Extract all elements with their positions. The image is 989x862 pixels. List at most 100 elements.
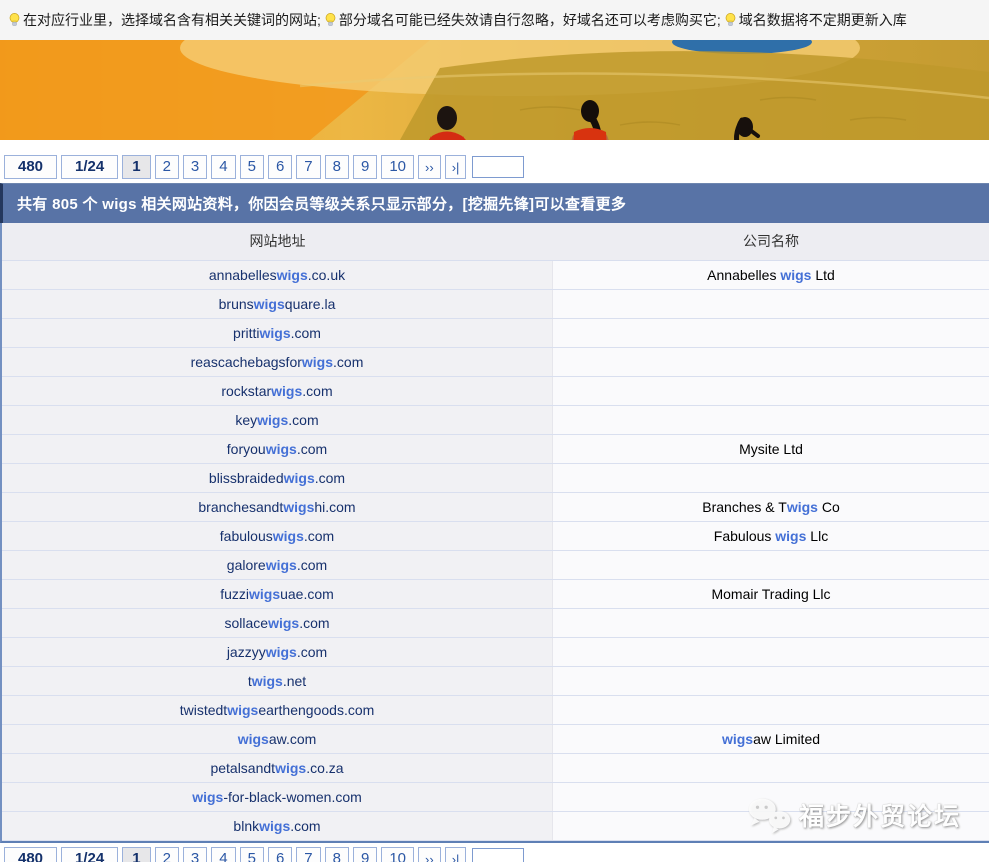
domain-cell: keywigs.com	[2, 406, 553, 434]
domain-cell: fabulouswigs.com	[2, 522, 553, 550]
page-link-4[interactable]: 4	[211, 155, 236, 179]
domain-link[interactable]: reascachebagsforwigs.com	[191, 354, 364, 370]
domain-link[interactable]: wigsaw.com	[238, 731, 317, 747]
domain-cell: twistedtwigsearthengoods.com	[2, 696, 553, 724]
tip-item: 部分域名可能已经失效请自行忽略，好域名还可以考虑购买它;	[321, 10, 721, 30]
company-name	[553, 319, 989, 347]
page-current[interactable]: 1	[122, 847, 151, 862]
page-link-8[interactable]: 8	[324, 155, 349, 179]
table-row: blissbraidedwigs.com	[2, 464, 989, 493]
domain-cell: twigs.net	[2, 667, 553, 695]
company-name	[553, 783, 989, 811]
table-row: fabulouswigs.com Fabulous wigs Llc	[2, 522, 989, 551]
company-name	[553, 638, 989, 666]
domain-link[interactable]: fuzziwigsuae.com	[220, 586, 334, 602]
domain-link[interactable]: galorewigs.com	[227, 557, 327, 573]
tip-text: 域名数据将不定期更新入库	[738, 12, 907, 28]
page-jump-input[interactable]	[472, 156, 525, 178]
table-row: wigs-for-black-women.com	[2, 783, 989, 812]
domain-cell: annabelleswigs.co.uk	[2, 261, 553, 289]
page-link-2[interactable]: 2	[154, 155, 179, 179]
page-link-2[interactable]: 2	[154, 847, 179, 862]
desert-banner-illustration	[0, 40, 989, 140]
domain-link[interactable]: fabulouswigs.com	[220, 528, 334, 544]
domain-link[interactable]: prittiwigs.com	[233, 325, 321, 341]
table-row: prittiwigs.com	[2, 319, 989, 348]
company-name	[553, 812, 989, 840]
page-link-9[interactable]: 9	[352, 155, 378, 179]
domain-cell: wigs-for-black-women.com	[2, 783, 553, 811]
domain-link[interactable]: sollacewigs.com	[224, 615, 329, 631]
page-link-3[interactable]: 3	[182, 847, 208, 862]
domain-cell: foryouwigs.com	[2, 435, 553, 463]
result-count-banner: 共有 805 个 wigs 相关网站资料，你因会员等级关系只显示部分，[挖掘先锋…	[0, 183, 989, 223]
company-name	[553, 464, 989, 492]
company-name: Annabelles wigs Ltd	[553, 261, 989, 289]
pagination-bottom: 480 1/24 1 2 3 4 5 6 7 8 9 10 ›› ›|	[2, 847, 989, 862]
table-row: galorewigs.com	[2, 551, 989, 580]
page-link-3[interactable]: 3	[182, 155, 208, 179]
page-link-5[interactable]: 5	[239, 155, 264, 179]
domain-cell: branchesandtwigshi.com	[2, 493, 553, 521]
page-link-10[interactable]: 10	[381, 847, 415, 862]
company-name	[553, 551, 989, 579]
table-header-row: 网站地址 公司名称	[2, 223, 989, 261]
domain-link[interactable]: twigs.net	[248, 673, 306, 689]
page-jump-input[interactable]	[472, 848, 525, 862]
table-row: annabelleswigs.co.uk Annabelles wigs Ltd	[2, 261, 989, 290]
domain-link[interactable]: twistedtwigsearthengoods.com	[180, 702, 375, 718]
page-link-6[interactable]: 6	[267, 847, 293, 862]
company-name: Fabulous wigs Llc	[553, 522, 989, 550]
domain-cell: wigsaw.com	[2, 725, 553, 753]
domain-cell: blnkwigs.com	[2, 812, 553, 840]
domain-link[interactable]: blnkwigs.com	[233, 818, 320, 834]
page-link-7[interactable]: 7	[296, 155, 321, 179]
tip-item: 在对应行业里，选择域名含有相关关键词的网站;	[5, 10, 321, 30]
domain-cell: prittiwigs.com	[2, 319, 553, 347]
last-page-button[interactable]: ›|	[444, 155, 467, 179]
company-name	[553, 667, 989, 695]
table-row: petalsandtwigs.co.za	[2, 754, 989, 783]
table-row: sollacewigs.com	[2, 609, 989, 638]
table-row: blnkwigs.com	[2, 812, 989, 841]
domain-link[interactable]: branchesandtwigshi.com	[198, 499, 355, 515]
domain-cell: jazzyywigs.com	[2, 638, 553, 666]
page-link-5[interactable]: 5	[239, 847, 264, 862]
company-name	[553, 696, 989, 724]
table-row: twistedtwigsearthengoods.com	[2, 696, 989, 725]
page-link-10[interactable]: 10	[381, 155, 415, 179]
domain-link[interactable]: brunswigsquare.la	[219, 296, 336, 312]
domain-link[interactable]: blissbraidedwigs.com	[209, 470, 345, 486]
banner-image	[0, 40, 989, 140]
page-link-4[interactable]: 4	[211, 847, 236, 862]
domain-cell: rockstarwigs.com	[2, 377, 553, 405]
domain-link[interactable]: keywigs.com	[235, 412, 318, 428]
domain-link[interactable]: petalsandtwigs.co.za	[210, 760, 343, 776]
page-link-6[interactable]: 6	[267, 155, 293, 179]
table-row: jazzyywigs.com	[2, 638, 989, 667]
domains-table: 网站地址 公司名称 annabelleswigs.co.uk Annabelle…	[0, 223, 989, 843]
next-pages-button[interactable]: ››	[418, 847, 441, 862]
company-name	[553, 348, 989, 376]
company-name: Branches & Twigs Co	[553, 493, 989, 521]
page-link-7[interactable]: 7	[296, 847, 321, 862]
last-page-button[interactable]: ›|	[444, 847, 467, 862]
domain-link[interactable]: rockstarwigs.com	[221, 383, 332, 399]
company-name: wigsaw Limited	[553, 725, 989, 753]
page-link-9[interactable]: 9	[352, 847, 378, 862]
table-row: foryouwigs.com Mysite Ltd	[2, 435, 989, 464]
page-link-8[interactable]: 8	[324, 847, 349, 862]
total-results-box: 480	[4, 847, 58, 862]
tip-item: 域名数据将不定期更新入库	[721, 10, 907, 30]
page: 在对应行业里，选择域名含有相关关键词的网站; 部分域名可能已经失效请自行忽略，好…	[0, 0, 989, 862]
table-row: twigs.net	[2, 667, 989, 696]
domain-link[interactable]: jazzyywigs.com	[227, 644, 327, 660]
page-current[interactable]: 1	[122, 155, 151, 179]
table-row: reascachebagsforwigs.com	[2, 348, 989, 377]
domain-link[interactable]: wigs-for-black-women.com	[192, 789, 362, 805]
domain-link[interactable]: foryouwigs.com	[227, 441, 327, 457]
page-ratio-box: 1/24	[61, 155, 119, 179]
domain-cell: petalsandtwigs.co.za	[2, 754, 553, 782]
next-pages-button[interactable]: ››	[418, 155, 441, 179]
domain-link[interactable]: annabelleswigs.co.uk	[209, 267, 345, 283]
